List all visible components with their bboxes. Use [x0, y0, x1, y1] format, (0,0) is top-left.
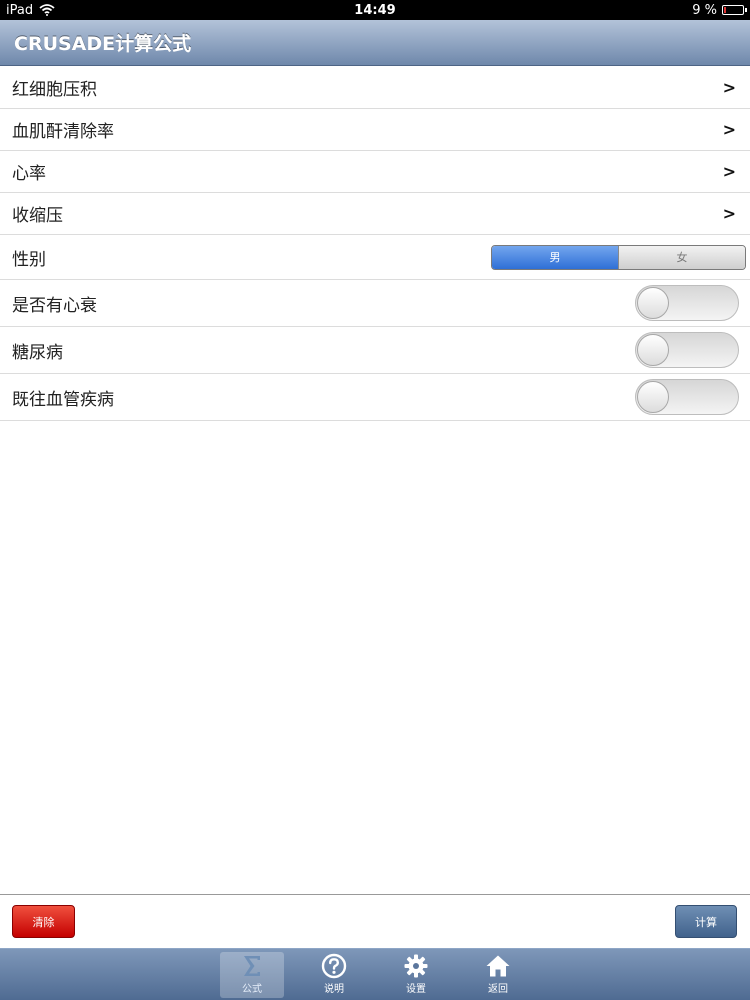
tab-help[interactable]: 说明: [302, 952, 366, 998]
segment-female[interactable]: 女: [618, 245, 745, 269]
row-vascular-disease: 既往血管疾病: [0, 374, 750, 421]
action-bar: 清除 计算: [0, 894, 750, 948]
device-name: iPad: [6, 2, 34, 18]
sigma-icon: [244, 956, 260, 976]
heart-failure-switch[interactable]: [635, 285, 739, 321]
gear-icon: [404, 954, 428, 978]
diabetes-switch[interactable]: [635, 332, 739, 368]
battery-icon: [722, 5, 747, 15]
row-systolic-pressure[interactable]: 收缩压 >: [0, 193, 750, 235]
switch-knob: [637, 287, 669, 319]
status-time: 14:49: [354, 2, 396, 18]
row-label: 红细胞压积: [12, 80, 97, 100]
row-label: 心率: [12, 164, 46, 184]
tab-label: 说明: [324, 984, 344, 995]
battery-percent: 9 %: [692, 2, 717, 18]
tab-label: 返回: [488, 984, 508, 995]
page-title: CRUSADE计算公式: [14, 33, 192, 55]
row-label: 既往血管疾病: [12, 389, 114, 410]
status-right: 9 %: [692, 2, 747, 18]
question-icon: [321, 953, 347, 979]
chevron-right-icon: >: [722, 78, 736, 97]
tab-formula[interactable]: 公式: [220, 952, 284, 998]
tab-bar: 公式 说明 设置 返回: [0, 948, 750, 1000]
chevron-right-icon: >: [722, 120, 736, 139]
row-heart-rate[interactable]: 心率 >: [0, 151, 750, 193]
row-label: 性别: [12, 249, 46, 270]
calculate-button[interactable]: 计算: [675, 905, 737, 938]
switch-knob: [637, 334, 669, 366]
row-label: 血肌酐清除率: [12, 122, 114, 142]
tab-back[interactable]: 返回: [466, 952, 530, 998]
vascular-disease-switch[interactable]: [635, 379, 739, 415]
row-diabetes: 糖尿病: [0, 327, 750, 374]
tab-settings[interactable]: 设置: [384, 952, 448, 998]
switch-knob: [637, 381, 669, 413]
row-label: 收缩压: [12, 206, 63, 226]
tab-label: 公式: [242, 984, 262, 995]
status-bar: iPad 14:49 9 %: [0, 0, 750, 20]
row-heart-failure: 是否有心衰: [0, 280, 750, 327]
chevron-right-icon: >: [722, 204, 736, 223]
row-label: 是否有心衰: [12, 295, 97, 316]
row-hematocrit[interactable]: 红细胞压积 >: [0, 67, 750, 109]
nav-bar: CRUSADE计算公式: [0, 20, 750, 66]
clear-button[interactable]: 清除: [12, 905, 75, 938]
chevron-right-icon: >: [722, 162, 736, 181]
row-creatinine-clearance[interactable]: 血肌酐清除率 >: [0, 109, 750, 151]
home-icon: [486, 955, 510, 977]
tab-label: 设置: [406, 984, 426, 995]
row-label: 糖尿病: [12, 342, 63, 363]
form-list: 红细胞压积 > 血肌酐清除率 > 心率 > 收缩压 > 性别 男 女 是否有心衰…: [0, 67, 750, 421]
segment-male[interactable]: 男: [492, 245, 618, 269]
row-gender: 性别 男 女: [0, 235, 750, 280]
wifi-icon: [39, 4, 55, 16]
status-left: iPad: [6, 3, 55, 18]
gender-segmented-control: 男 女: [491, 244, 746, 270]
